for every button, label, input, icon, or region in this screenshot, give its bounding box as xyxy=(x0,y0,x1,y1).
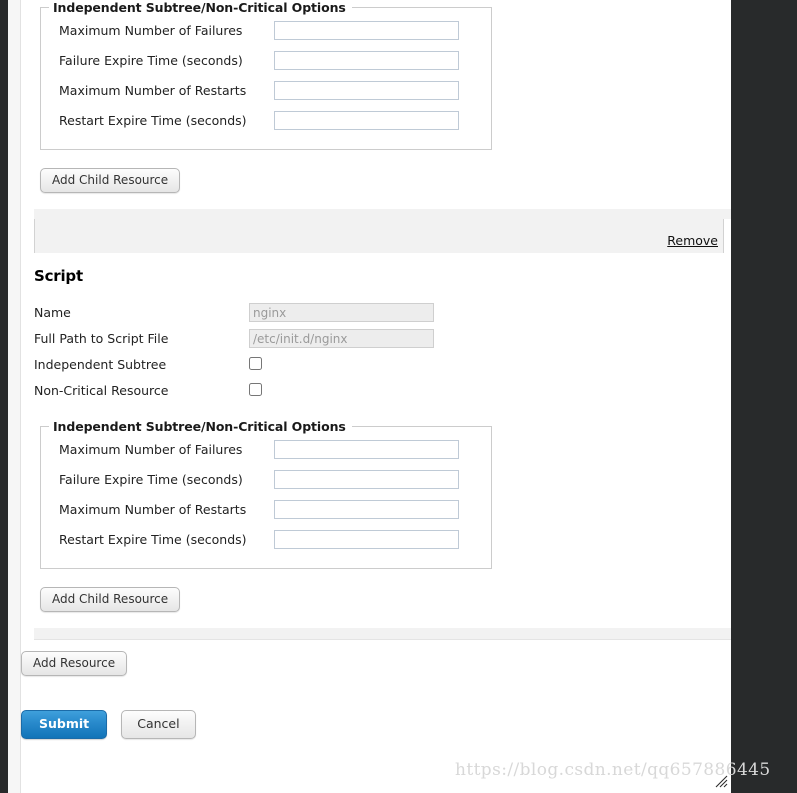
remove-link[interactable]: Remove xyxy=(667,233,718,248)
script-section-title: Script xyxy=(34,267,83,285)
input-script-name[interactable] xyxy=(249,303,434,323)
add-child-resource-wrap-2: Add Child Resource xyxy=(21,569,731,628)
field-row-independent-subtree: Independent Subtree xyxy=(34,351,731,377)
field-script-path xyxy=(249,328,434,349)
field-failure-expire-2 xyxy=(274,469,459,490)
field-row-restart-expire-1: Restart Expire Time (seconds) xyxy=(41,105,491,135)
input-failure-expire-2[interactable] xyxy=(274,470,459,490)
resource-list-footer-strip xyxy=(34,628,731,640)
submit-button[interactable]: Submit xyxy=(21,710,108,739)
cancel-button[interactable]: Cancel xyxy=(121,710,196,739)
resource-block-script: Script Name Full Path to Script File Ind… xyxy=(21,267,731,628)
field-row-non-critical-resource: Non-Critical Resource xyxy=(34,377,731,403)
input-max-failures-1[interactable] xyxy=(274,21,459,41)
field-script-name xyxy=(249,302,434,323)
left-gutter-strip xyxy=(8,0,21,793)
label-max-restarts-2: Maximum Number of Restarts xyxy=(59,501,247,517)
script-fields: Name Full Path to Script File Independen… xyxy=(21,299,731,403)
label-script-path: Full Path to Script File xyxy=(34,330,169,346)
label-max-failures-1: Maximum Number of Failures xyxy=(59,22,243,38)
field-failure-expire-1 xyxy=(274,50,459,71)
input-restart-expire-2[interactable] xyxy=(274,530,459,550)
field-non-critical-resource xyxy=(249,381,262,400)
field-max-restarts-1 xyxy=(274,80,459,101)
label-max-failures-2: Maximum Number of Failures xyxy=(59,441,243,457)
label-max-restarts-1: Maximum Number of Restarts xyxy=(59,82,247,98)
options-legend-1: Independent Subtree/Non-Critical Options xyxy=(53,0,346,15)
field-row-max-failures-1: Maximum Number of Failures xyxy=(41,15,491,45)
input-restart-expire-1[interactable] xyxy=(274,111,459,131)
input-max-restarts-2[interactable] xyxy=(274,500,459,520)
resource-block-top: Independent Subtree/Non-Critical Options… xyxy=(21,0,731,209)
field-row-failure-expire-1: Failure Expire Time (seconds) xyxy=(41,45,491,75)
add-child-resource-button-2[interactable]: Add Child Resource xyxy=(40,587,181,612)
independent-subtree-options-fieldset-1: Independent Subtree/Non-Critical Options… xyxy=(40,0,492,150)
label-script-name: Name xyxy=(34,304,71,320)
checkbox-independent-subtree[interactable] xyxy=(249,356,262,370)
label-failure-expire-1: Failure Expire Time (seconds) xyxy=(59,52,243,68)
field-restart-expire-2 xyxy=(274,529,459,550)
add-child-resource-wrap-1: Add Child Resource xyxy=(21,150,731,209)
input-max-restarts-1[interactable] xyxy=(274,81,459,101)
field-restart-expire-1 xyxy=(274,110,459,131)
resource-separator-strip xyxy=(34,209,731,219)
form-content-area: Independent Subtree/Non-Critical Options… xyxy=(21,0,731,793)
label-failure-expire-2: Failure Expire Time (seconds) xyxy=(59,471,243,487)
field-row-max-restarts-1: Maximum Number of Restarts xyxy=(41,75,491,105)
screenshot-root: Independent Subtree/Non-Critical Options… xyxy=(0,0,797,793)
right-chrome-edge xyxy=(731,0,797,793)
input-failure-expire-1[interactable] xyxy=(274,51,459,71)
checkbox-non-critical-resource[interactable] xyxy=(249,382,262,396)
field-row-max-failures-2: Maximum Number of Failures xyxy=(41,434,491,464)
options-legend-2: Independent Subtree/Non-Critical Options xyxy=(53,419,346,434)
field-row-restart-expire-2: Restart Expire Time (seconds) xyxy=(41,524,491,554)
independent-subtree-options-fieldset-2: Independent Subtree/Non-Critical Options… xyxy=(40,419,492,569)
field-row-failure-expire-2: Failure Expire Time (seconds) xyxy=(41,464,491,494)
field-row-script-path: Full Path to Script File xyxy=(34,325,731,351)
label-non-critical-resource: Non-Critical Resource xyxy=(34,382,169,398)
remove-band: Remove xyxy=(34,219,724,253)
label-independent-subtree: Independent Subtree xyxy=(34,356,167,372)
add-child-resource-button-1[interactable]: Add Child Resource xyxy=(40,168,181,193)
field-max-restarts-2 xyxy=(274,499,459,520)
field-independent-subtree xyxy=(249,355,262,374)
field-row-script-name: Name xyxy=(34,299,731,325)
field-row-max-restarts-2: Maximum Number of Restarts xyxy=(41,494,491,524)
left-chrome-edge xyxy=(0,0,8,793)
form-actions: Submit Cancel xyxy=(21,676,731,739)
input-max-failures-2[interactable] xyxy=(274,440,459,460)
label-restart-expire-1: Restart Expire Time (seconds) xyxy=(59,112,247,128)
input-script-path[interactable] xyxy=(249,329,434,349)
add-resource-button[interactable]: Add Resource xyxy=(21,651,128,676)
resize-handle-icon[interactable] xyxy=(714,774,728,788)
add-resource-wrap: Add Resource xyxy=(21,640,731,676)
field-max-failures-1 xyxy=(274,20,459,41)
field-max-failures-2 xyxy=(274,439,459,460)
label-restart-expire-2: Restart Expire Time (seconds) xyxy=(59,531,247,547)
